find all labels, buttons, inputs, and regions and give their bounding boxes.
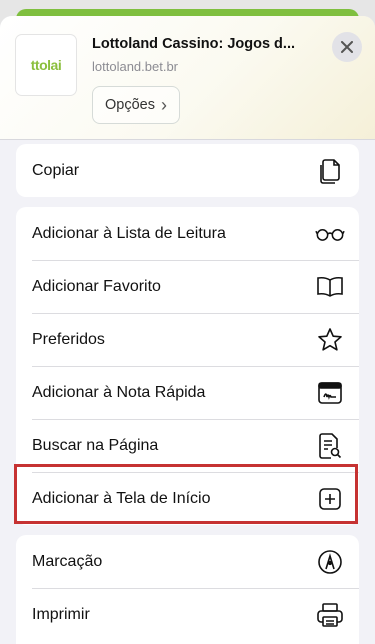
site-logo: ttolai	[16, 35, 76, 95]
close-button[interactable]	[332, 32, 362, 62]
action-label: Copiar	[32, 161, 80, 179]
find-in-page-icon	[315, 431, 345, 461]
page-domain: lottoland.bet.br	[92, 59, 179, 74]
action-add-to-home-screen[interactable]: Adicionar à Tela de Início	[16, 472, 359, 525]
actions-group-copy: Copiar	[16, 144, 359, 197]
glasses-icon	[315, 219, 345, 249]
quick-note-icon	[315, 378, 345, 408]
action-add-bookmark[interactable]: Adicionar Favorito	[16, 260, 359, 313]
copy-icon	[315, 156, 345, 186]
action-markup[interactable]: Marcação	[16, 535, 359, 588]
book-icon	[315, 272, 345, 302]
chevron-right-icon: ›	[160, 95, 167, 115]
action-print[interactable]: Imprimir	[16, 588, 359, 641]
action-label: Imprimir	[32, 605, 90, 623]
share-sheet: ttolai Lottoland Cassino: Jogos d... lot…	[0, 16, 375, 644]
action-label: Adicionar Favorito	[32, 277, 161, 295]
action-label: Adicionar à Lista de Leitura	[32, 224, 226, 242]
action-label: Preferidos	[32, 330, 105, 348]
action-label: Buscar na Página	[32, 436, 159, 454]
star-icon	[315, 325, 345, 355]
markup-pen-icon	[315, 547, 345, 577]
actions-group-other: Marcação Imprimir	[16, 535, 359, 644]
action-label: Adicionar à Tela de Início	[32, 489, 211, 507]
options-button[interactable]: Opções ›	[92, 86, 180, 124]
action-add-quick-note[interactable]: Adicionar à Nota Rápida	[16, 366, 359, 419]
share-sheet-header: ttolai Lottoland Cassino: Jogos d... lot…	[0, 16, 375, 140]
page-title: Lottoland Cassino: Jogos d...	[92, 36, 295, 52]
action-add-reading-list[interactable]: Adicionar à Lista de Leitura	[16, 207, 359, 260]
action-copy[interactable]: Copiar	[16, 144, 359, 197]
actions-group-main: Adicionar à Lista de Leitura Adicionar F…	[16, 207, 359, 525]
site-logo-text: ttolai	[30, 57, 62, 73]
action-favorites[interactable]: Preferidos	[16, 313, 359, 366]
action-label: Marcação	[32, 552, 103, 570]
action-label: Adicionar à Nota Rápida	[32, 383, 206, 401]
action-find-in-page[interactable]: Buscar na Página	[16, 419, 359, 472]
add-square-icon	[315, 484, 345, 514]
close-icon	[341, 41, 353, 53]
printer-icon	[315, 600, 345, 630]
options-label: Opções	[105, 97, 155, 113]
